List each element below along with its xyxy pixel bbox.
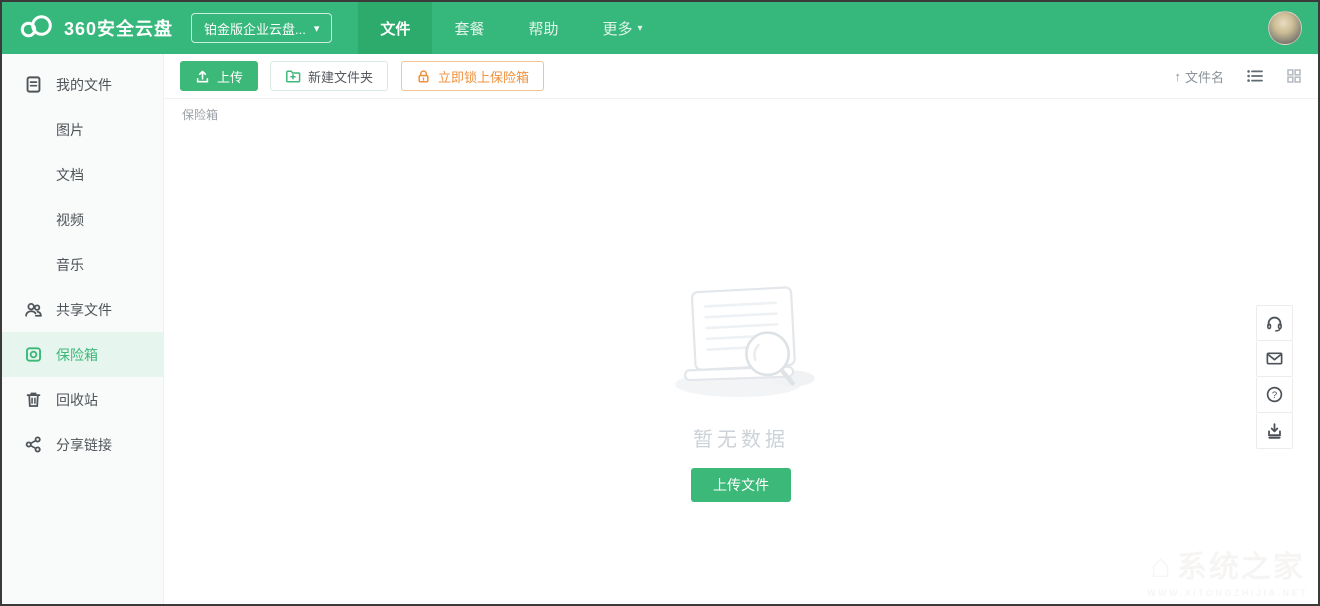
sidebar-label: 图片 bbox=[56, 120, 84, 140]
question-icon: ? bbox=[1265, 385, 1284, 404]
sidebar-label: 保险箱 bbox=[56, 345, 98, 365]
watermark-subtitle: WWW.XITONGZHIJIA.NET bbox=[1147, 588, 1308, 598]
list-view-button[interactable] bbox=[1246, 68, 1264, 84]
mail-icon bbox=[1265, 349, 1284, 368]
workspace-dropdown-label: 铂金版企业云盘... bbox=[204, 19, 306, 38]
main-content: 上传 新建文件夹 立即锁上保险箱 bbox=[164, 54, 1318, 604]
sort-control[interactable]: ↑ 文件名 bbox=[1174, 67, 1224, 86]
sidebar-item-pictures[interactable]: 图片 bbox=[2, 107, 163, 152]
sidebar-item-my-files[interactable]: 我的文件 bbox=[2, 62, 163, 107]
download-client-button[interactable] bbox=[1256, 413, 1293, 449]
app-window: 360安全云盘 铂金版企业云盘... ▾ 文件 套餐 帮助 更多 ▾ bbox=[0, 0, 1320, 606]
safe-icon bbox=[24, 345, 43, 364]
user-avatar[interactable] bbox=[1268, 11, 1302, 45]
tab-files-label: 文件 bbox=[380, 18, 410, 39]
lock-safe-button-label: 立即锁上保险箱 bbox=[438, 67, 529, 86]
tab-plans-label: 套餐 bbox=[454, 18, 484, 39]
download-icon bbox=[1265, 421, 1284, 440]
sidebar-label: 文档 bbox=[56, 165, 84, 185]
new-folder-button[interactable]: 新建文件夹 bbox=[270, 61, 388, 91]
float-toolbar: ? bbox=[1256, 305, 1293, 449]
top-header: 360安全云盘 铂金版企业云盘... ▾ 文件 套餐 帮助 更多 ▾ bbox=[2, 2, 1318, 54]
tab-help-label: 帮助 bbox=[528, 18, 558, 39]
sidebar-item-share-links[interactable]: 分享链接 bbox=[2, 422, 163, 467]
upload-file-button[interactable]: 上传文件 bbox=[691, 468, 791, 502]
tab-plans[interactable]: 套餐 bbox=[432, 2, 506, 54]
sidebar-label: 回收站 bbox=[56, 390, 98, 410]
upload-icon bbox=[195, 69, 210, 84]
main-nav: 文件 套餐 帮助 更多 ▾ bbox=[358, 2, 664, 54]
lock-icon bbox=[416, 69, 431, 84]
sidebar-label: 我的文件 bbox=[56, 75, 112, 95]
file-icon bbox=[24, 75, 43, 94]
sidebar-label: 视频 bbox=[56, 210, 84, 230]
sidebar: 我的文件 图片 文档 视频 音乐 共享文件 bbox=[2, 54, 164, 604]
sidebar-label: 共享文件 bbox=[56, 300, 112, 320]
sidebar-item-videos[interactable]: 视频 bbox=[2, 197, 163, 242]
cloud-logo-icon bbox=[18, 12, 64, 45]
app-logo: 360安全云盘 bbox=[2, 2, 173, 54]
sidebar-item-documents[interactable]: 文档 bbox=[2, 152, 163, 197]
watermark-title-text: 系统之家 bbox=[1177, 551, 1305, 584]
watermark: ⌂系统之家 WWW.XITONGZHIJIA.NET bbox=[1147, 542, 1308, 598]
breadcrumb-row: 保险箱 bbox=[164, 98, 1318, 124]
help-button[interactable]: ? bbox=[1256, 377, 1293, 413]
grid-view-button[interactable] bbox=[1286, 68, 1302, 84]
tab-more-label: 更多 bbox=[602, 18, 632, 39]
sidebar-item-music[interactable]: 音乐 bbox=[2, 242, 163, 287]
grid-view-icon bbox=[1286, 68, 1302, 84]
list-view-icon bbox=[1246, 68, 1264, 84]
new-folder-button-label: 新建文件夹 bbox=[308, 67, 373, 86]
sort-asc-icon: ↑ bbox=[1174, 69, 1181, 84]
caret-down-icon: ▾ bbox=[314, 22, 320, 35]
house-icon: ⌂ bbox=[1150, 547, 1173, 585]
breadcrumb[interactable]: 保险箱 bbox=[182, 108, 218, 122]
sidebar-item-recycle-bin[interactable]: 回收站 bbox=[2, 377, 163, 422]
workspace-dropdown[interactable]: 铂金版企业云盘... ▾ bbox=[191, 13, 332, 43]
empty-illustration bbox=[657, 282, 825, 400]
body: 我的文件 图片 文档 视频 音乐 共享文件 bbox=[2, 54, 1318, 604]
toolbar-right: ↑ 文件名 bbox=[1174, 67, 1302, 86]
sort-label: 文件名 bbox=[1185, 67, 1224, 86]
toolbar: 上传 新建文件夹 立即锁上保险箱 bbox=[164, 54, 1318, 98]
sidebar-item-shared-files[interactable]: 共享文件 bbox=[2, 287, 163, 332]
empty-state: 暂无数据 上传文件 bbox=[657, 282, 825, 502]
upload-button[interactable]: 上传 bbox=[180, 61, 258, 91]
sidebar-label: 分享链接 bbox=[56, 435, 112, 455]
empty-message: 暂无数据 bbox=[657, 423, 825, 452]
tab-more[interactable]: 更多 ▾ bbox=[580, 2, 664, 54]
svg-text:?: ? bbox=[1272, 390, 1277, 401]
brand-name: 360安全云盘 bbox=[64, 15, 173, 41]
lock-safe-button[interactable]: 立即锁上保险箱 bbox=[401, 61, 544, 91]
upload-button-label: 上传 bbox=[217, 67, 243, 86]
people-icon bbox=[24, 300, 43, 319]
tab-files[interactable]: 文件 bbox=[358, 2, 432, 54]
headset-icon bbox=[1265, 314, 1284, 333]
tab-help[interactable]: 帮助 bbox=[506, 2, 580, 54]
sidebar-label: 音乐 bbox=[56, 255, 84, 275]
trash-icon bbox=[24, 390, 43, 409]
customer-service-button[interactable] bbox=[1256, 305, 1293, 341]
watermark-title: ⌂系统之家 bbox=[1147, 542, 1308, 586]
sidebar-item-safe-box[interactable]: 保险箱 bbox=[2, 332, 163, 377]
feedback-button[interactable] bbox=[1256, 341, 1293, 377]
folder-plus-icon bbox=[285, 68, 301, 84]
caret-down-icon: ▾ bbox=[637, 23, 642, 34]
share-icon bbox=[24, 435, 43, 454]
